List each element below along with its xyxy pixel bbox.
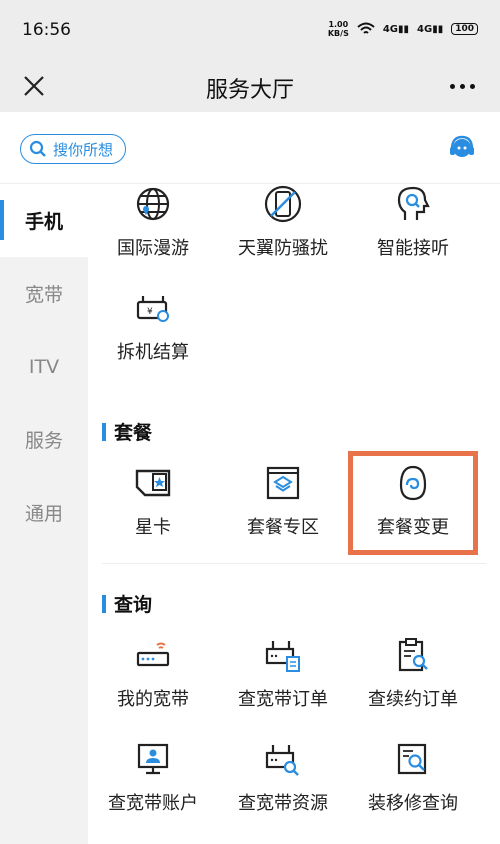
grid-item-label: 装移修查询 bbox=[368, 793, 458, 814]
router-document-icon bbox=[265, 641, 300, 672]
router-search-icon bbox=[265, 745, 299, 776]
grid-item-anti-harassment[interactable]: 天翼防骚扰 bbox=[218, 184, 348, 288]
grid-item-label: 查宽带资源 bbox=[238, 793, 328, 814]
sidebar-item-service[interactable]: 服务 bbox=[0, 403, 88, 476]
svg-text:¥: ¥ bbox=[147, 307, 153, 317]
search-row: 搜你所想 bbox=[0, 112, 500, 184]
wifi-icon bbox=[357, 22, 375, 34]
grid-item-label: 天翼防骚扰 bbox=[238, 238, 328, 259]
sim-card-star-icon bbox=[135, 469, 171, 497]
grid-item-label: 套餐变更 bbox=[377, 517, 449, 538]
top-grid: 国际漫游 天翼防骚扰 智能接听 ¥ 拆机结算 bbox=[88, 184, 500, 392]
sidebar-item-general[interactable]: 通用 bbox=[0, 476, 88, 549]
more-options-button[interactable] bbox=[442, 68, 482, 104]
clipboard-search-icon bbox=[398, 638, 428, 672]
grid-item-package-change[interactable]: 套餐变更 bbox=[348, 451, 478, 555]
network-speed: 1.00 KB/S bbox=[327, 20, 349, 38]
dot-icon bbox=[469, 83, 475, 89]
globe-icon bbox=[136, 187, 170, 221]
router-wifi-icon bbox=[136, 642, 170, 667]
search-icon bbox=[29, 140, 46, 157]
box-search-icon bbox=[397, 743, 427, 775]
section-header-package: 套餐 bbox=[88, 418, 500, 445]
battery-icon: 100 bbox=[451, 23, 478, 35]
main-content: 国际漫游 天翼防骚扰 智能接听 ¥ 拆机结算 套餐 星卡 套餐专区 套餐变更 查… bbox=[88, 184, 500, 844]
query-grid: 我的宽带 查宽带订单 查续约订单 查宽带账户 查宽带资源 装移修查询 bbox=[88, 623, 500, 831]
customer-service-button[interactable] bbox=[448, 134, 476, 162]
grid-item-package-zone[interactable]: 套餐专区 bbox=[218, 451, 348, 555]
layers-window-icon bbox=[266, 466, 300, 500]
grid-item-label: 智能接听 bbox=[377, 238, 449, 259]
grid-item-label: 查宽带账户 bbox=[108, 793, 198, 814]
sidebar-item-broadband[interactable]: 宽带 bbox=[0, 257, 88, 330]
signal-icon: 4G▮▮ bbox=[417, 23, 444, 35]
grid-item-disconnect-settlement[interactable]: ¥ 拆机结算 bbox=[88, 288, 218, 392]
search-input[interactable]: 搜你所想 bbox=[20, 134, 127, 164]
grid-item-label: 星卡 bbox=[135, 517, 171, 538]
grid-item-label: 拆机结算 bbox=[117, 342, 189, 363]
sidebar: 手机 宽带 ITV 服务 通用 bbox=[0, 184, 88, 844]
grid-item-label: 我的宽带 bbox=[117, 689, 189, 710]
grid-item-renewal-order[interactable]: 查续约订单 bbox=[348, 623, 478, 727]
router-settle-icon: ¥ bbox=[136, 296, 169, 322]
dot-icon bbox=[459, 83, 465, 89]
search-placeholder: 搜你所想 bbox=[53, 140, 114, 159]
grid-item-label: 查续约订单 bbox=[368, 689, 458, 710]
grid-item-intl-roaming[interactable]: 国际漫游 bbox=[88, 184, 218, 288]
title-bar: 服务大厅 bbox=[0, 60, 500, 112]
grid-item-broadband-order[interactable]: 查宽带订单 bbox=[218, 623, 348, 727]
sidebar-item-mobile[interactable]: 手机 bbox=[0, 184, 88, 257]
signal-icon: 4G▮▮ bbox=[382, 23, 410, 35]
grid-item-my-broadband[interactable]: 我的宽带 bbox=[88, 623, 218, 727]
status-icons: 1.00 KB/S 4G▮▮ 4G▮▮ 100 bbox=[328, 20, 478, 38]
monitor-user-icon bbox=[137, 743, 169, 775]
grid-item-label: 国际漫游 bbox=[117, 238, 189, 259]
status-bar: 16:56 1.00 KB/S 4G▮▮ 4G▮▮ 100 bbox=[0, 0, 500, 60]
grid-item-broadband-resource[interactable]: 查宽带资源 bbox=[218, 727, 348, 831]
grid-item-broadband-account[interactable]: 查宽带账户 bbox=[88, 727, 218, 831]
grid-item-install-repair-query[interactable]: 装移修查询 bbox=[348, 727, 478, 831]
headset-icon bbox=[450, 135, 474, 157]
telecom-egg-icon bbox=[399, 465, 427, 501]
phone-block-icon bbox=[264, 185, 302, 223]
grid-item-label: 套餐专区 bbox=[247, 517, 319, 538]
dot-icon bbox=[449, 83, 455, 89]
grid-item-star-card[interactable]: 星卡 bbox=[88, 451, 218, 555]
page-title: 服务大厅 bbox=[205, 78, 294, 103]
grid-item-smart-answer[interactable]: 智能接听 bbox=[348, 184, 478, 288]
grid-item-label: 查宽带订单 bbox=[238, 689, 328, 710]
sidebar-item-itv[interactable]: ITV bbox=[0, 330, 88, 403]
section-header-query: 查询 bbox=[88, 590, 500, 617]
package-grid: 星卡 套餐专区 套餐变更 bbox=[88, 451, 500, 555]
status-time: 16:56 bbox=[22, 20, 71, 40]
head-search-icon bbox=[397, 186, 430, 220]
